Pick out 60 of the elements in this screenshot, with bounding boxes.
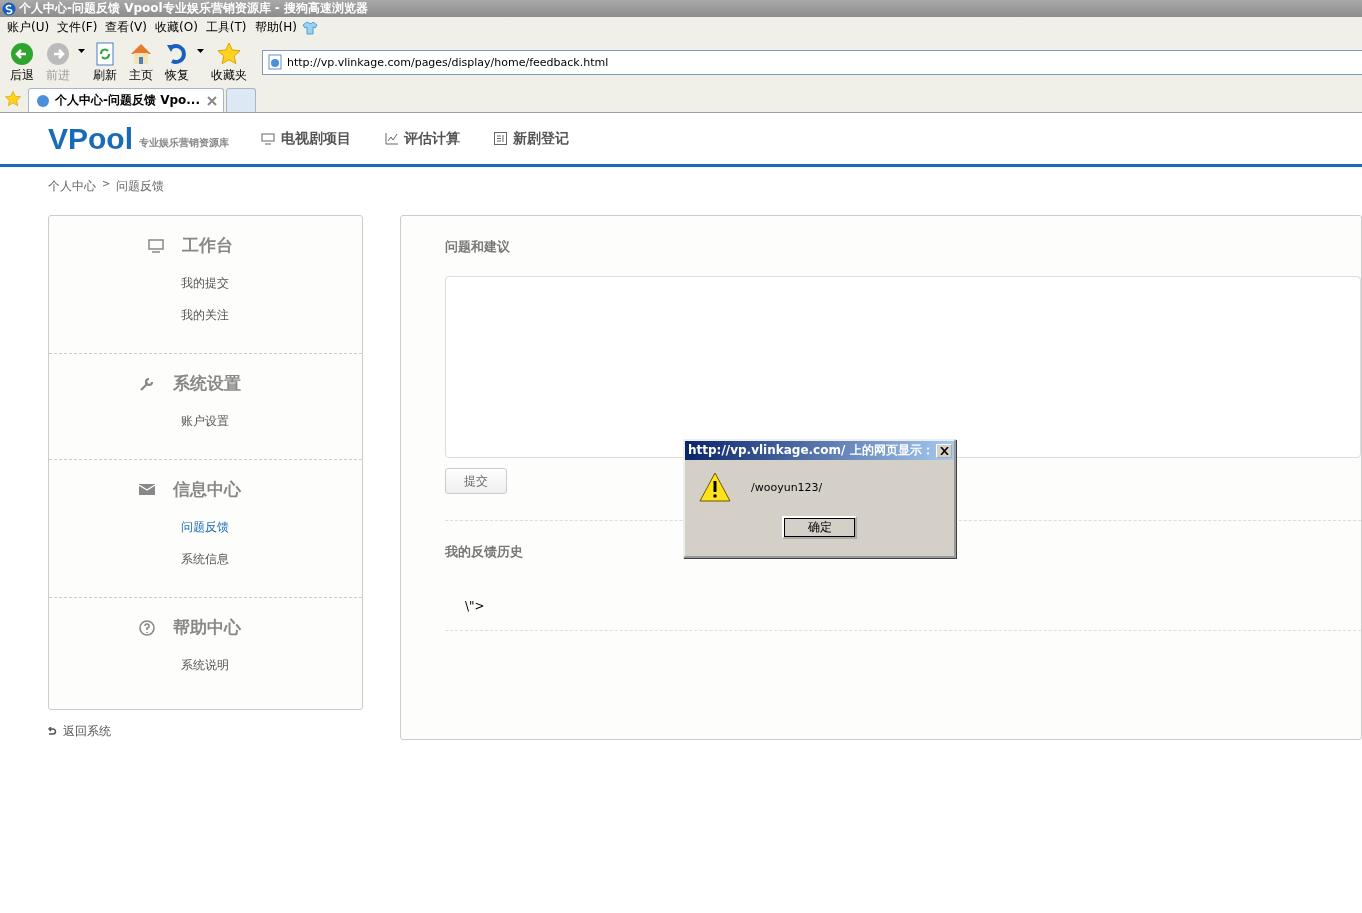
submit-button[interactable]: 提交: [444, 468, 507, 494]
toolbar-button[interactable]: 收藏夹: [208, 40, 250, 84]
sidebar-link[interactable]: 我的关注: [181, 299, 230, 331]
dropdown-caret-icon[interactable]: [78, 49, 85, 53]
dialog-title: http://vp.vlinkage.com/ 上的网页显示：: [688, 442, 934, 459]
breadcrumb-item[interactable]: 个人中心: [48, 178, 96, 195]
sidebar-heading: 工作台: [181, 234, 233, 257]
browser-tab[interactable]: 个人中心-问题反馈 Vpo...: [28, 88, 224, 112]
return-arrow-icon: [48, 727, 57, 736]
question-icon: [139, 619, 156, 636]
ok-button[interactable]: 确定: [782, 516, 857, 539]
tab-title: 个人中心-问题反馈 Vpo...: [55, 92, 200, 109]
history-entry: \">: [463, 598, 486, 615]
menu-item[interactable]: 帮助(H): [251, 19, 300, 36]
sidebar-link[interactable]: 账户设置: [181, 405, 230, 437]
menu-item[interactable]: 文件(F): [54, 19, 101, 36]
breadcrumb-separator: >: [102, 178, 111, 191]
wrench-icon: [139, 375, 156, 392]
nav-link[interactable]: 评估计算: [385, 129, 460, 148]
logo-tagline: 专业娱乐营销资源库: [139, 135, 229, 150]
star-icon[interactable]: [4, 90, 22, 108]
logo[interactable]: VPool: [48, 121, 133, 156]
nav-link[interactable]: 新剧登记: [494, 129, 569, 148]
menu-item[interactable]: 工具(T): [202, 19, 250, 36]
warning-icon: [699, 472, 731, 502]
section-heading: 问题和建议: [444, 238, 511, 256]
back-link[interactable]: 返回系统: [48, 723, 363, 740]
browser-logo-icon: [2, 1, 16, 16]
address-text: http://vp.vlinkage.com/pages/display/home/feedback.html: [287, 55, 609, 69]
close-icon: [939, 446, 949, 455]
monitor-icon: [261, 132, 275, 145]
dropdown-caret-icon[interactable]: [197, 49, 204, 53]
shirt-icon[interactable]: [301, 20, 318, 35]
sidebar-link[interactable]: 系统说明: [181, 649, 230, 681]
menu-item[interactable]: 查看(V): [102, 19, 150, 36]
sidebar-link[interactable]: 系统信息: [181, 543, 230, 575]
breadcrumb-item[interactable]: 问题反馈: [116, 178, 165, 195]
sidebar-heading: 帮助中心: [173, 616, 242, 639]
sidebar-heading: 系统设置: [173, 372, 242, 395]
close-icon[interactable]: [207, 95, 217, 106]
toolbar-button[interactable]: 后退: [6, 40, 38, 84]
sidebar-link[interactable]: 问题反馈: [181, 511, 230, 543]
window-title: 个人中心-问题反馈 Vpool专业娱乐营销资源库 - 搜狗高速浏览器: [19, 0, 368, 17]
envelope-icon: [139, 483, 156, 496]
dialog-message: /wooyun123/: [751, 480, 823, 494]
sidebar-link[interactable]: 我的提交: [181, 267, 230, 299]
chart-icon: [385, 132, 398, 145]
address-bar[interactable]: http://vp.vlinkage.com/pages/display/home/feedback.html: [262, 49, 1362, 75]
menu-item[interactable]: 收藏(O): [152, 19, 201, 36]
document-icon: [494, 132, 507, 145]
nav-link[interactable]: 电视剧项目: [261, 129, 351, 148]
toolbar-button[interactable]: 恢复: [161, 40, 193, 84]
star-icon: [216, 40, 242, 67]
monitor-icon: [147, 238, 164, 253]
sidebar-heading: 信息中心: [173, 478, 242, 501]
menu-item[interactable]: 账户(U): [4, 19, 53, 36]
section-heading: 我的反馈历史: [444, 543, 524, 561]
close-button[interactable]: [936, 443, 952, 458]
toolbar-button[interactable]: 主页: [125, 40, 157, 84]
toolbar-button[interactable]: 刷新: [89, 40, 121, 84]
